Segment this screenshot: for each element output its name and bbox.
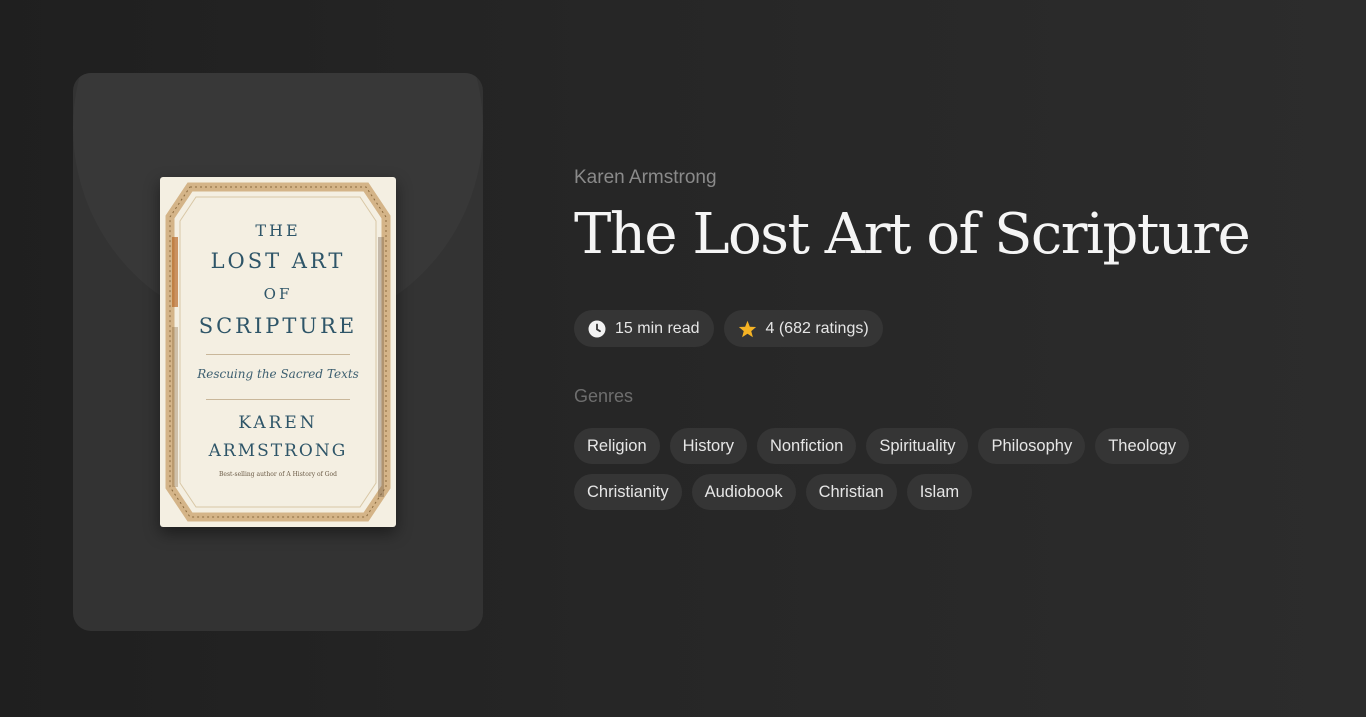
genres-heading: Genres [574,386,634,406]
cover-subtitle: Rescuing the Sacred Texts [197,367,359,381]
genre-chip-christian[interactable]: Christian [805,474,897,510]
genre-chip-theology[interactable]: Theology [1095,428,1190,464]
cover-panel: THE LOST ART OF SCRIPTURE Rescuing the S… [73,73,483,631]
genre-chip-islam[interactable]: Islam [906,474,973,510]
genre-chip-spirituality[interactable]: Spirituality [866,428,969,464]
cover-author-line: KAREN [238,413,318,433]
book-title: The Lost Art of Scripture [574,202,1251,267]
read-time-badge: 15 min read [574,310,714,347]
genre-chip-audiobook[interactable]: Audiobook [691,474,796,510]
genre-chip-philosophy[interactable]: Philosophy [978,428,1086,464]
cover-tagline: Best-selling author of A History of God [219,471,337,478]
rating-badge: 4 (682 ratings) [723,310,883,347]
rating-label: 4 (682 ratings) [765,319,869,337]
genre-chip-christianity[interactable]: Christianity [574,474,682,510]
genre-chip-history[interactable]: History [669,428,747,464]
genre-list: Religion History Nonfiction Spirituality… [574,428,1214,510]
cover-author-line: ARMSTRONG [208,441,348,461]
star-icon [738,320,756,337]
cover-divider [206,354,350,355]
cover-title-line: SCRIPTURE [198,314,358,338]
genre-chip-nonfiction[interactable]: Nonfiction [756,428,857,464]
meta-row: 15 min read 4 (682 ratings) [574,310,883,347]
cover-title-line: THE [255,221,301,240]
author-name[interactable]: Karen Armstrong [574,167,717,189]
cover-title-line: OF [263,285,293,303]
read-time-label: 15 min read [615,319,700,337]
book-cover[interactable]: THE LOST ART OF SCRIPTURE Rescuing the S… [160,177,396,527]
cover-title-line: LOST ART [210,249,346,273]
genre-chip-religion[interactable]: Religion [574,428,660,464]
clock-icon [588,320,606,337]
cover-divider [206,399,350,400]
